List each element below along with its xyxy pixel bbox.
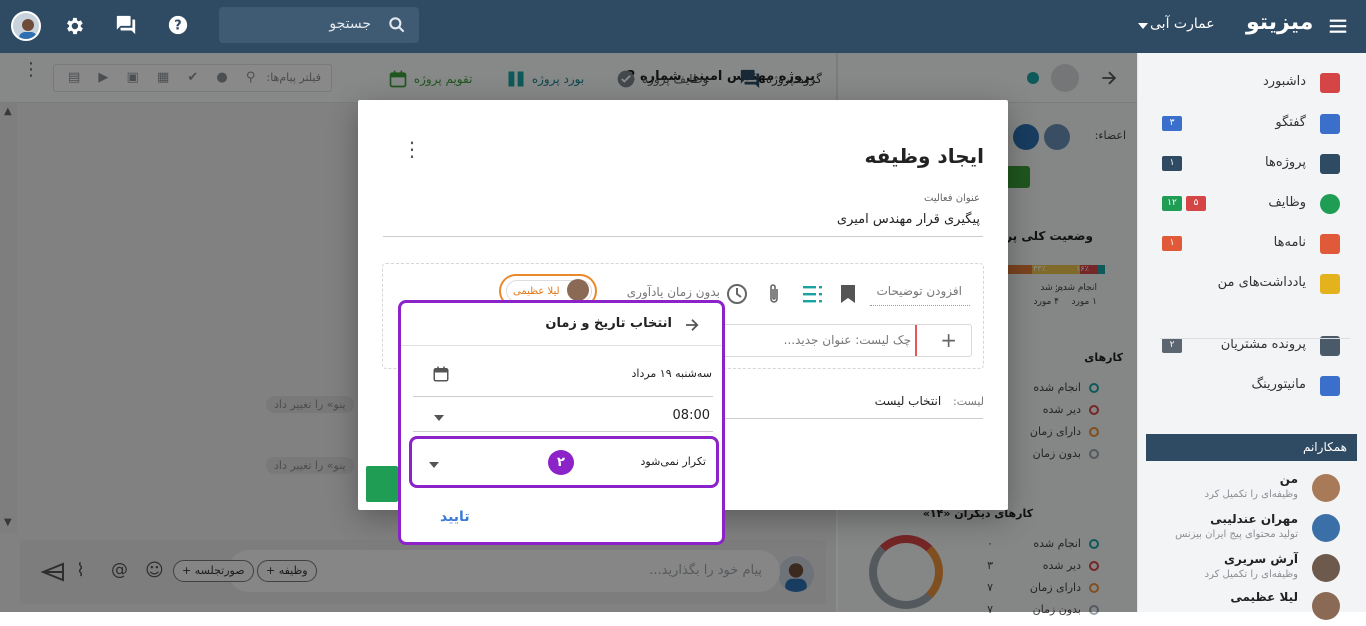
time-field[interactable]: 08:00	[673, 408, 710, 423]
activity-label: عنوان فعالیت	[924, 193, 980, 204]
assignee-avatar	[567, 279, 589, 301]
attachment-icon[interactable]	[764, 283, 784, 305]
colleague-item[interactable]: من وظیفه‌ای را تکمیل کرد	[1138, 470, 1348, 508]
repeat-select[interactable]: ۲ تکرار نمی‌شود	[409, 436, 719, 488]
search-icon	[387, 15, 407, 35]
bookmark-icon[interactable]	[838, 283, 858, 305]
divider	[401, 345, 722, 346]
colleague-name: من	[1279, 472, 1298, 486]
sidebar-item-label: پرونده مشتریان	[1220, 337, 1306, 352]
sidebar-item-5[interactable]: یادداشت‌های من	[1137, 264, 1366, 304]
save-button[interactable]	[366, 466, 398, 502]
checklist-placeholder: چک لیست: عنوان جدید...	[783, 333, 911, 347]
task-icon	[1320, 194, 1340, 214]
colleague-status: تولید محتوای پیج ایران بیزنس	[1175, 529, 1298, 540]
menu-icon[interactable]	[1327, 15, 1349, 37]
list-label: لیست:	[953, 395, 984, 408]
count-badge: ۱	[1162, 156, 1182, 171]
clock-icon[interactable]	[726, 283, 748, 305]
repeat-value: تکرار نمی‌شود	[640, 455, 706, 468]
checklist-input[interactable]: + چک لیست: عنوان جدید...	[716, 324, 972, 357]
colleague-status: وظیفه‌ای را تکمیل کرد	[1204, 489, 1298, 500]
divider	[1160, 338, 1350, 339]
sidebar-item-label: یادداشت‌های من	[1217, 275, 1306, 290]
list-value: انتخاب لیست	[874, 394, 942, 408]
svg-text:?: ?	[174, 19, 181, 34]
list-selector[interactable]: لیست: انتخاب لیست	[875, 394, 984, 408]
calendar-icon[interactable]	[430, 363, 452, 385]
sidebar-item-label: وظایف	[1268, 195, 1306, 210]
list-underline	[723, 418, 983, 419]
date-underline	[413, 396, 713, 397]
sidebar-item-6[interactable]: پرونده مشتریان ۲	[1137, 326, 1366, 366]
checklist-divider	[915, 325, 917, 356]
home-icon	[1320, 73, 1340, 93]
company-selector[interactable]: عمارت آبی	[1150, 16, 1215, 32]
sidebar-item-0[interactable]: داشبورد	[1137, 63, 1366, 103]
colleague-item[interactable]: آرش سریری وظیفه‌ای را تکمیل کرد	[1138, 550, 1348, 588]
chart-icon	[1320, 376, 1340, 396]
sidebar-item-label: داشبورد	[1263, 74, 1306, 89]
add-icon[interactable]: +	[940, 328, 957, 352]
avatar	[1312, 474, 1340, 502]
description-underline	[870, 305, 970, 306]
count-badge: ۲	[1162, 338, 1182, 353]
sidebar-item-label: مانیتورینگ	[1251, 377, 1306, 392]
colleague-status: وظیفه‌ای را تکمیل کرد	[1204, 569, 1298, 580]
input-underline	[383, 236, 983, 237]
confirm-button[interactable]: تایید	[440, 509, 470, 525]
chat-icon	[1320, 114, 1340, 134]
count-badge: ۱۲	[1162, 196, 1182, 211]
avatar	[1312, 514, 1340, 542]
top-bar: ? جستجو عمارت آبی میزیتو	[0, 0, 1366, 53]
avatar	[1312, 592, 1340, 620]
sidebar-item-1[interactable]: گفتگو ۳	[1137, 104, 1366, 144]
contacts-icon	[1320, 336, 1340, 356]
picker-title: انتخاب تاریخ و زمان	[545, 316, 672, 331]
sidebar-item-4[interactable]: نامه‌ها ۱	[1137, 224, 1366, 264]
projects-icon	[1320, 154, 1340, 174]
assignee-inner: لیلا عظیمی	[506, 279, 592, 302]
date-field[interactable]: سه‌شنبه ۱۹ مرداد	[631, 367, 712, 380]
brand-logo: میزیتو	[1246, 10, 1314, 35]
search-input[interactable]: جستجو	[219, 7, 419, 43]
notes-icon	[1320, 274, 1340, 294]
user-avatar[interactable]	[11, 11, 41, 41]
datetime-picker: انتخاب تاریخ و زمان سه‌شنبه ۱۹ مرداد 08:…	[398, 300, 725, 545]
colleague-item[interactable]: لیلا عظیمی	[1138, 588, 1348, 626]
colleague-name: مهران عندلیبی	[1210, 512, 1298, 526]
help-icon[interactable]: ?	[167, 14, 189, 36]
checklist-icon[interactable]	[801, 283, 823, 305]
avatar	[1312, 554, 1340, 582]
time-underline	[413, 431, 713, 432]
chevron-down-icon[interactable]	[433, 411, 445, 425]
gear-icon[interactable]	[63, 15, 85, 37]
chevron-down-icon[interactable]	[1136, 19, 1150, 33]
description-placeholder[interactable]: افزودن توضیحات	[876, 284, 962, 298]
sidebar-item-label: گفتگو	[1275, 115, 1306, 130]
count-badge: ۳	[1162, 116, 1182, 131]
colleague-name: لیلا عظیمی	[1230, 590, 1298, 604]
chevron-down-icon	[428, 458, 440, 472]
sidebar-item-3[interactable]: وظایف ۱۲ ۵	[1137, 184, 1366, 224]
count-badge: ۵	[1186, 196, 1206, 211]
sidebar-item-label: نامه‌ها	[1273, 235, 1306, 250]
colleague-name: آرش سریری	[1224, 552, 1298, 566]
sidebar-item-7[interactable]: مانیتورینگ	[1137, 366, 1366, 406]
more-vert-icon[interactable]: ⋮	[402, 139, 422, 159]
back-arrow-icon[interactable]	[681, 315, 703, 335]
assignee-name: لیلا عظیمی	[513, 286, 560, 297]
chat-icon[interactable]	[115, 14, 137, 36]
step-badge: ۲	[548, 450, 574, 475]
dialog-title: ایجاد وظیفه	[864, 144, 984, 168]
colleague-item[interactable]: مهران عندلیبی تولید محتوای پیج ایران بیزن…	[1138, 510, 1348, 548]
search-placeholder: جستجو	[329, 16, 371, 32]
sidebar-item-2[interactable]: پروژه‌ها ۱	[1137, 144, 1366, 184]
activity-title-input[interactable]: پیگیری قرار مهندس امیری	[837, 212, 980, 227]
sidebar-item-label: پروژه‌ها	[1265, 155, 1306, 170]
reminder-text[interactable]: بدون زمان یادآوری	[627, 285, 720, 299]
colleagues-header: همکارانم	[1146, 434, 1357, 461]
count-badge: ۱	[1162, 236, 1182, 251]
mail-icon	[1320, 234, 1340, 254]
